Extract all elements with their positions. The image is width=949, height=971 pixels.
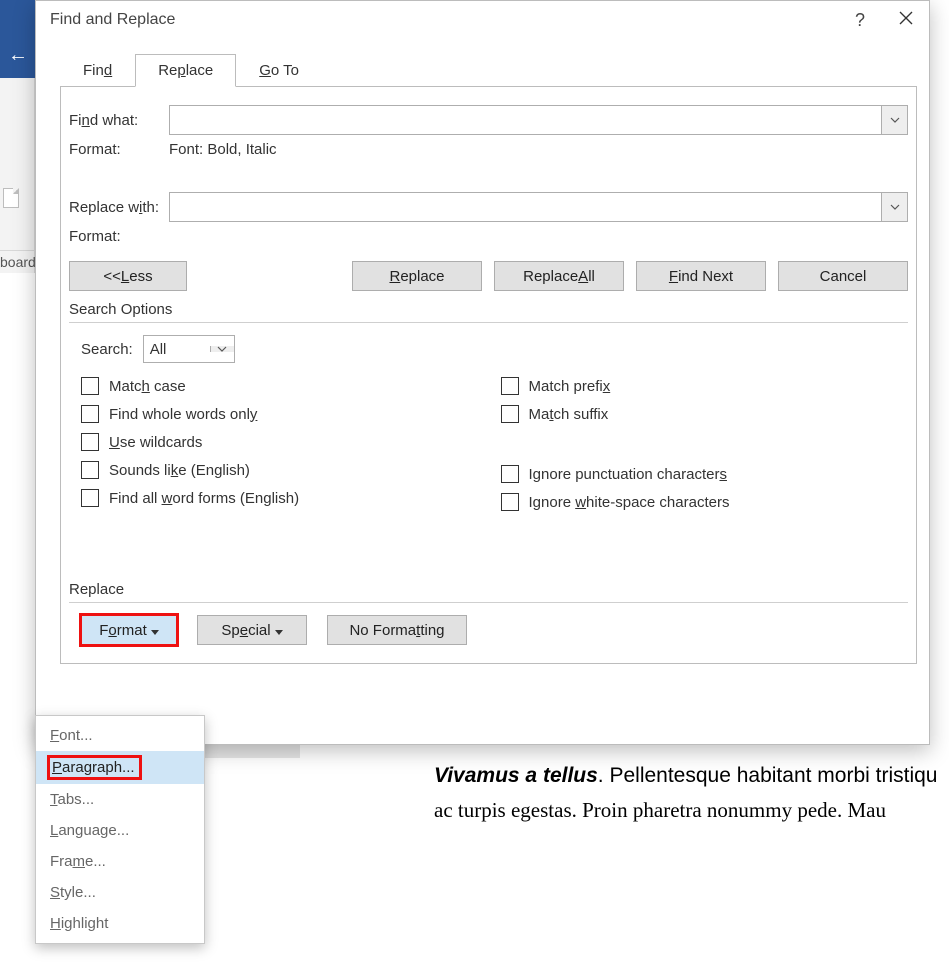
check-ignore-white[interactable]: Ignore white-space characters	[501, 493, 909, 511]
replace-with-label: Replace with:	[69, 199, 169, 216]
check-ignore-punct[interactable]: Ignore punctuation characters	[501, 465, 909, 483]
search-options-label: Search Options	[69, 301, 908, 318]
check-match-case[interactable]: Match case	[81, 377, 489, 395]
replace-format-label: Format:	[69, 228, 169, 245]
clipboard-label-fragment: board	[0, 250, 35, 273]
replace-with-input[interactable]	[170, 193, 881, 221]
menu-item-highlight[interactable]: Highlight	[36, 908, 204, 939]
tabstrip: Find Replace Go To	[60, 53, 929, 86]
close-button[interactable]	[883, 11, 929, 30]
search-direction-value: All	[144, 341, 210, 358]
search-direction-select[interactable]: All	[143, 335, 235, 363]
find-what-dropdown[interactable]	[881, 106, 907, 134]
format-menu-button[interactable]: Format	[81, 615, 177, 645]
document-icon	[3, 188, 19, 208]
menu-item-frame[interactable]: Frame...	[36, 846, 204, 877]
replace-with-dropdown[interactable]	[881, 193, 907, 221]
divider-2	[69, 602, 908, 603]
word-ribbon-strip: ←	[0, 0, 35, 78]
find-what-combo[interactable]	[169, 105, 908, 135]
check-word-forms[interactable]: Find all word forms (English)	[81, 489, 489, 507]
tab-find[interactable]: Find	[60, 54, 135, 87]
replace-all-button[interactable]: Replace All	[494, 261, 624, 291]
check-match-prefix[interactable]: Match prefix	[501, 377, 909, 395]
tab-panel: Find what: Format: Font: Bold, Italic Re…	[60, 86, 917, 664]
menu-item-style[interactable]: Style...	[36, 877, 204, 908]
find-what-input[interactable]	[170, 106, 881, 134]
divider	[69, 322, 908, 323]
replace-with-combo[interactable]	[169, 192, 908, 222]
find-what-label: Find what:	[69, 112, 169, 129]
check-sounds-like[interactable]: Sounds like (English)	[81, 461, 489, 479]
menu-item-language[interactable]: Language...	[36, 815, 204, 846]
replace-button[interactable]: Replace	[352, 261, 482, 291]
check-whole-words[interactable]: Find whole words only	[81, 405, 489, 423]
caret-down-icon	[151, 622, 159, 639]
check-wildcards[interactable]: Use wildcards	[81, 433, 489, 451]
less-button[interactable]: << Less	[69, 261, 187, 291]
doc-text: . Pellentesque habitant morbi tristiqu	[598, 764, 938, 787]
menu-item-paragraph[interactable]: Paragraph...	[36, 751, 204, 784]
dialog-titlebar[interactable]: Find and Replace ?	[36, 1, 929, 39]
find-next-button[interactable]: Find Next	[636, 261, 766, 291]
back-arrow-icon: ←	[8, 44, 28, 67]
no-formatting-button[interactable]: No Formatting	[327, 615, 467, 645]
check-match-suffix[interactable]: Match suffix	[501, 405, 909, 423]
replace-section-label: Replace	[69, 581, 908, 598]
menu-item-font[interactable]: Font...	[36, 720, 204, 751]
cancel-button[interactable]: Cancel	[778, 261, 908, 291]
menu-item-tabs[interactable]: Tabs...	[36, 784, 204, 815]
find-format-label: Format:	[69, 141, 169, 158]
tab-replace[interactable]: Replace	[135, 54, 236, 87]
document-body: Vivamus a tellus. Pellentesque habitant …	[300, 750, 949, 830]
dialog-title: Find and Replace	[50, 11, 837, 29]
doc-text-line2: ac turpis egestas. Proin pharetra nonumm…	[434, 795, 949, 825]
find-replace-dialog: Find and Replace ? Find Replace Go To Fi…	[35, 0, 930, 745]
bg-panel: e	[0, 78, 35, 268]
format-dropdown-menu: Font... Paragraph... Tabs... Language...…	[35, 715, 205, 944]
help-button[interactable]: ?	[837, 10, 883, 31]
doc-bold-span: Vivamus a tellus	[434, 764, 598, 787]
chevron-down-icon[interactable]	[210, 346, 234, 352]
tab-goto[interactable]: Go To	[236, 54, 322, 87]
special-menu-button[interactable]: Special	[197, 615, 307, 645]
caret-down-icon	[275, 622, 283, 639]
find-format-value: Font: Bold, Italic	[169, 141, 277, 158]
search-direction-label: Search:	[81, 341, 133, 358]
